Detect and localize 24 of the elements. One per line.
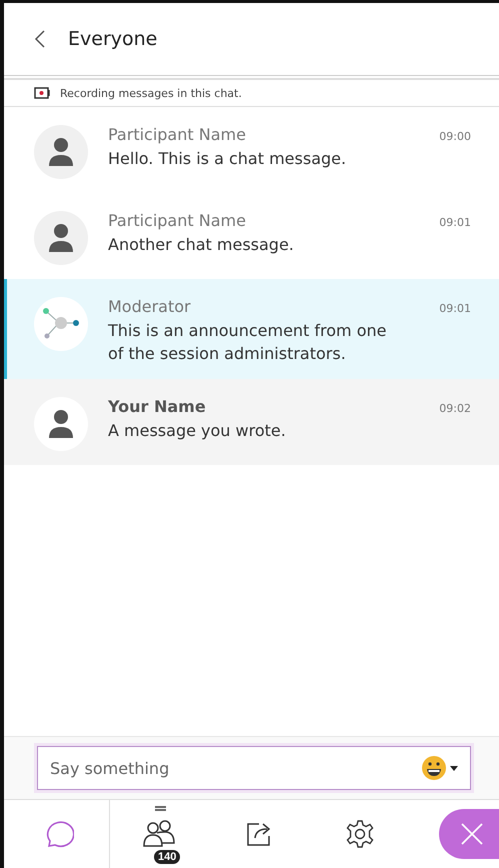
close-button[interactable] [439,809,499,859]
sender-name: Participant Name [108,211,246,230]
message-time: 09:00 [439,130,471,143]
message-text: Another chat message. [108,234,295,256]
message-time: 09:01 [439,302,471,315]
message-text: Hello. This is a chat message. [108,148,348,170]
message-text: A message you wrote. [108,420,287,442]
drag-handle-icon [155,806,166,811]
count-badge: 140 [154,850,180,864]
nav-tab[interactable]: 140 [110,800,210,868]
message-time: 09:01 [439,216,471,229]
recording-notice: Recording messages in this chat. [60,86,242,100]
close-icon [459,821,485,847]
sender-name: Moderator [108,297,191,316]
back-button[interactable] [34,29,46,49]
sender-name: Your Name [108,397,206,416]
message-time: 09:02 [439,402,471,415]
message-field[interactable]: Say something [37,746,471,790]
settings-icon [345,819,375,849]
message-text: This is an announcement from one of the session administrators. [108,320,388,365]
sender-name: Participant Name [108,125,246,144]
recording-icon [34,87,52,99]
emoji-button[interactable] [421,755,461,781]
chat-title: Everyone [68,28,158,50]
